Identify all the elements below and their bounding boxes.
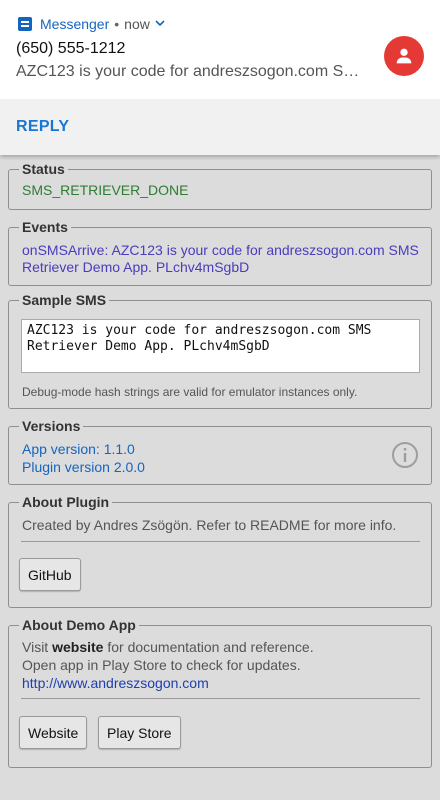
app-version: App version: 1.1.0 bbox=[22, 441, 135, 457]
notification-sender: (650) 555-1212 bbox=[16, 40, 126, 57]
notification-preview: AZC123 is your code for andreszsogon.com… bbox=[16, 63, 366, 80]
play-store-button[interactable]: Play Store bbox=[98, 716, 181, 749]
visit-line: Visit website for documentation and refe… bbox=[22, 639, 314, 655]
chevron-down-icon[interactable] bbox=[155, 18, 165, 30]
about-plugin-legend: About Plugin bbox=[19, 494, 113, 510]
about-plugin-text: Created by Andres Zsögön. Refer to READM… bbox=[22, 517, 397, 533]
events-section: Events onSMSArrive: AZC123 is your code … bbox=[8, 219, 432, 286]
website-button[interactable]: Website bbox=[19, 716, 88, 749]
visit-prefix: Visit bbox=[22, 639, 53, 655]
play-store-line: Open app in Play Store to check for upda… bbox=[22, 657, 301, 673]
events-line-2: Retriever Demo App. PLchv4mSgbD bbox=[22, 259, 250, 275]
sample-sms-section: Sample SMS Debug-mode hash strings are v… bbox=[8, 292, 432, 409]
divider bbox=[21, 541, 420, 542]
notification-header: Messenger • now bbox=[18, 14, 165, 34]
about-demo-legend: About Demo App bbox=[19, 617, 139, 633]
plugin-version: Plugin version 2.0.0 bbox=[22, 459, 145, 475]
events-line-1: onSMSArrive: AZC123 is your code for and… bbox=[22, 242, 419, 258]
github-button[interactable]: GitHub bbox=[19, 558, 81, 591]
header-separator: • bbox=[114, 16, 120, 32]
notification-body[interactable]: Messenger • now (650) 555-1212 AZC123 is… bbox=[0, 0, 440, 99]
sample-sms-input[interactable] bbox=[21, 319, 420, 373]
messenger-app-icon bbox=[18, 17, 32, 31]
about-plugin-section: About Plugin Created by Andres Zsögön. R… bbox=[8, 494, 432, 608]
homepage-url-link[interactable]: http://www.andreszsogon.com bbox=[22, 675, 209, 691]
divider bbox=[21, 698, 420, 699]
info-icon[interactable] bbox=[391, 441, 419, 474]
reply-button[interactable]: REPLY bbox=[16, 118, 69, 136]
app-name: Messenger bbox=[40, 16, 110, 32]
status-legend: Status bbox=[19, 161, 68, 177]
status-value: SMS_RETRIEVER_DONE bbox=[22, 182, 189, 198]
about-demo-section: About Demo App Visit website for documen… bbox=[8, 617, 432, 768]
sample-sms-legend: Sample SMS bbox=[19, 292, 110, 308]
avatar bbox=[384, 36, 424, 76]
versions-section: Versions App version: 1.1.0 Plugin versi… bbox=[8, 418, 432, 485]
status-section: Status SMS_RETRIEVER_DONE bbox=[8, 161, 432, 210]
person-icon bbox=[396, 48, 412, 64]
notification-card[interactable]: Messenger • now (650) 555-1212 AZC123 is… bbox=[0, 0, 440, 155]
visit-suffix: for documentation and reference. bbox=[103, 639, 314, 655]
website-link[interactable]: website bbox=[52, 639, 103, 655]
sample-sms-hint: Debug-mode hash strings are valid for em… bbox=[22, 385, 358, 399]
events-legend: Events bbox=[19, 219, 71, 235]
notification-time: now bbox=[124, 16, 150, 32]
versions-legend: Versions bbox=[19, 418, 84, 434]
